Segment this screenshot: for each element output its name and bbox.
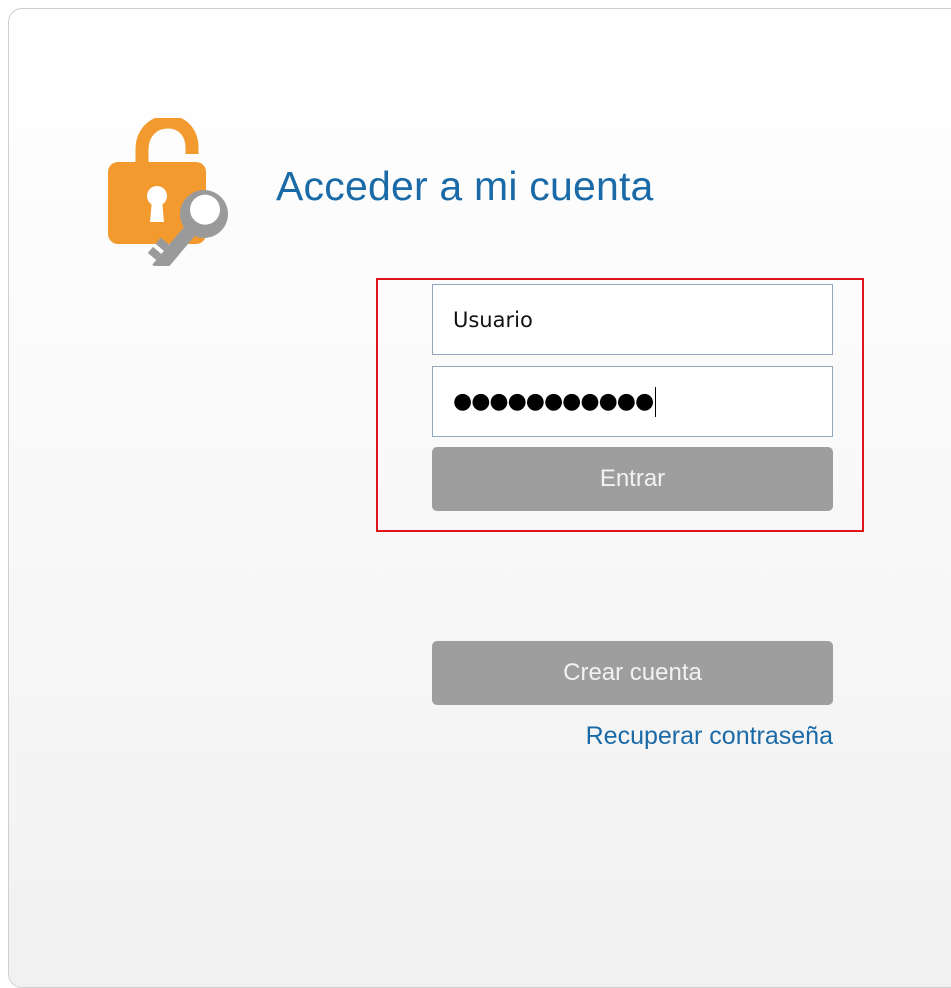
text-caret — [655, 386, 657, 417]
lock-key-icon — [106, 115, 248, 274]
enter-button[interactable]: Entrar — [432, 447, 833, 511]
password-mask: ●●●●●●●●●●● — [453, 388, 654, 414]
username-field[interactable] — [432, 284, 833, 355]
page-title: Acceder a mi cuenta — [276, 163, 654, 209]
password-field[interactable]: ●●●●●●●●●●● — [432, 366, 833, 437]
create-account-button[interactable]: Crear cuenta — [432, 641, 833, 705]
recover-password-link[interactable]: Recuperar contraseña — [586, 722, 833, 751]
